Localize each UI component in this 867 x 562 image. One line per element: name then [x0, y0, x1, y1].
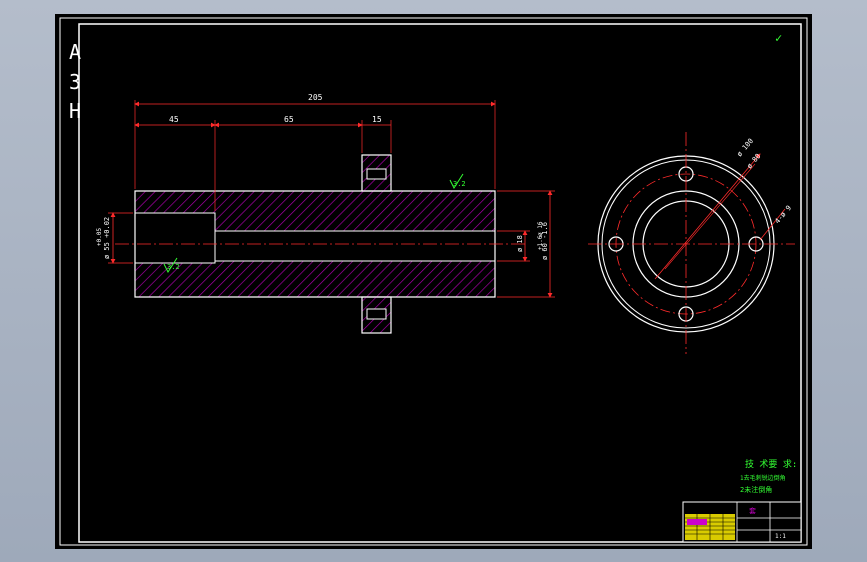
dim-leader-hub [664, 163, 756, 270]
notes-heading: 技 术要 求: [745, 458, 797, 470]
dim-flange-outer: ø 100 [735, 137, 755, 158]
notes-line-2: 2未注倒角 [740, 485, 772, 494]
left-bore-outline [135, 212, 216, 264]
cad-viewport[interactable]: A 3 H ✓ 205 45 65 15 +0.05 ø 55 +0.02 3.… [0, 0, 867, 562]
dim-bore-left-upper: +0.05 [96, 228, 103, 246]
dim-flange-width: 15 [372, 115, 382, 124]
dim-leader-outer [654, 153, 761, 280]
end-view[interactable]: ø 100 ø 80 4-ø 9 [588, 132, 795, 354]
sheet-code-letter-h: H [69, 99, 81, 123]
notes-line-1: 1去毛刺锐边倒角 [740, 474, 786, 482]
corner-roughness-mark: ✓ [775, 31, 782, 45]
center-bore-outline [215, 230, 495, 262]
title-block-magenta-cell [687, 519, 707, 525]
dim-total-length: 205 [308, 93, 323, 102]
sheet-code-letter-a: A [69, 40, 81, 64]
dim-middle-segment: 65 [284, 115, 294, 124]
section-view[interactable]: 205 45 65 15 +0.05 ø 55 +0.02 3.2 3.2 ø … [96, 93, 555, 334]
technical-notes: 技 术要 求: 1去毛刺锐边倒角 2未注倒角 [740, 458, 797, 494]
dim-bore-left-lower: ø 55 +0.02 [103, 217, 111, 259]
title-block-part-name: 套 [749, 506, 756, 515]
title-block-scale: 1:1 [775, 533, 786, 540]
flange-top-hole [366, 168, 387, 180]
sheet-code-letter-3: 3 [69, 70, 81, 94]
dim-bolt-circle: ø 80 [745, 152, 762, 170]
dim-bolt-holes: 4-ø 9 [773, 204, 793, 225]
drawing-canvas[interactable]: A 3 H ✓ 205 45 65 15 +0.05 ø 55 +0.02 3.… [55, 14, 812, 549]
dim-outer-main: ø 60 -1.6 [541, 222, 549, 260]
dim-center-bore: ø 18 [516, 235, 524, 252]
title-block[interactable]: 套 1:1 [682, 501, 802, 543]
flange-bottom-hole [366, 308, 387, 320]
dim-left-segment: 45 [169, 115, 179, 124]
